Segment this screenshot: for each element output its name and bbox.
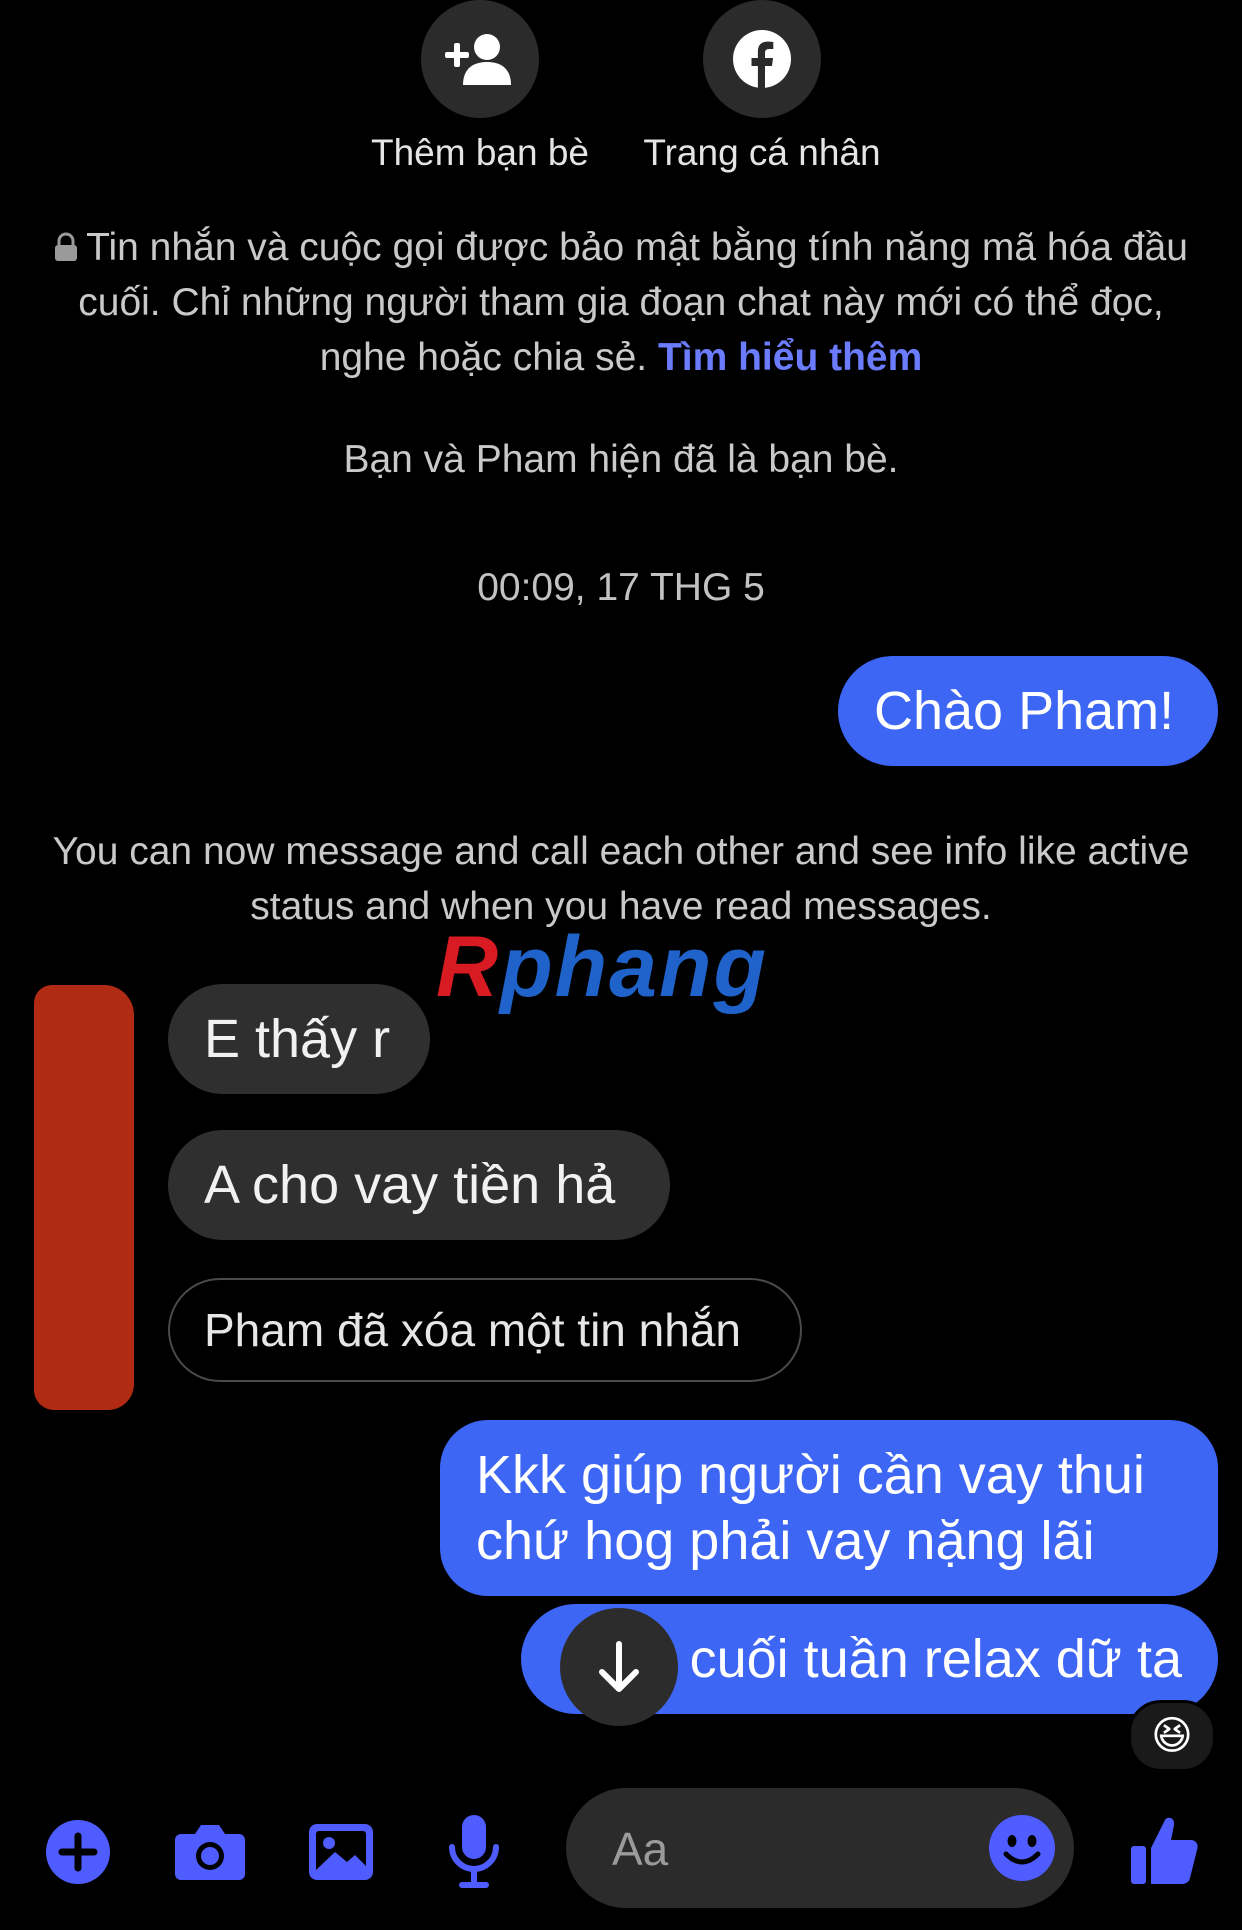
message-text: Pham đã xóa một tin nhắn [204, 1304, 741, 1356]
smiley-icon [989, 1815, 1055, 1881]
microphone-icon [449, 1815, 499, 1888]
facebook-icon [733, 30, 791, 88]
message-text-line: Kkk giúp người cần vay thui [476, 1445, 1145, 1505]
learn-more-link[interactable]: Tìm hiểu thêm [658, 336, 922, 379]
incoming-message[interactable]: E thấy r [168, 984, 430, 1094]
camera-button[interactable] [172, 1818, 248, 1886]
thumbs-up-icon [1131, 1817, 1198, 1884]
lock-icon [55, 232, 78, 261]
profile-button[interactable] [703, 0, 821, 118]
add-friend-label: Thêm bạn bè [370, 132, 590, 173]
plus-circle-icon [46, 1820, 110, 1884]
add-friend-button[interactable] [421, 0, 539, 118]
deleted-message[interactable]: Pham đã xóa một tin nhắn [168, 1278, 802, 1382]
message-text: A cho vay tiền hả [204, 1155, 616, 1215]
message-composer[interactable]: Aa [566, 1788, 1074, 1908]
arrow-down-icon [599, 1641, 639, 1692]
message-reaction[interactable]: 😆 [1128, 1700, 1216, 1772]
encryption-text: Tin nhắn và cuộc gọi được bảo mật bằng t… [78, 226, 1188, 379]
message-timestamp: 00:09, 17 THG 5 [477, 566, 765, 609]
encryption-notice: Tin nhắn và cuộc gọi được bảo mật bằng t… [46, 220, 1196, 385]
voice-button[interactable] [446, 1812, 502, 1890]
avatar [34, 985, 134, 1410]
message-text: cuối tuần relax dữ ta [689, 1629, 1182, 1689]
add-button[interactable] [44, 1818, 112, 1886]
friend-status: Bạn và Pham hiện đã là bạn bè. [343, 438, 899, 481]
emoji-button[interactable] [988, 1814, 1056, 1882]
scroll-to-bottom-button[interactable] [560, 1608, 678, 1726]
incoming-message[interactable]: A cho vay tiền hả [168, 1130, 670, 1240]
gallery-button[interactable] [306, 1818, 376, 1886]
camera-icon [175, 1825, 245, 1880]
add-person-icon [445, 34, 511, 85]
message-text-line: chứ hog phải vay nặng lãi [476, 1511, 1095, 1571]
like-button[interactable] [1128, 1812, 1200, 1888]
message-input-placeholder[interactable]: Aa [612, 1822, 668, 1876]
message-text: E thấy r [204, 1009, 391, 1069]
outgoing-message[interactable]: Chào Pham! [838, 656, 1218, 766]
profile-label: Trang cá nhân [643, 132, 881, 173]
reaction-emoji: 😆 [1151, 1714, 1193, 1758]
watermark-logo: Rphang [436, 919, 769, 1015]
outgoing-message[interactable]: Kkk giúp người cần vay thui chứ hog phải… [440, 1420, 1218, 1596]
image-icon [309, 1824, 373, 1880]
message-text: Chào Pham! [874, 681, 1175, 741]
